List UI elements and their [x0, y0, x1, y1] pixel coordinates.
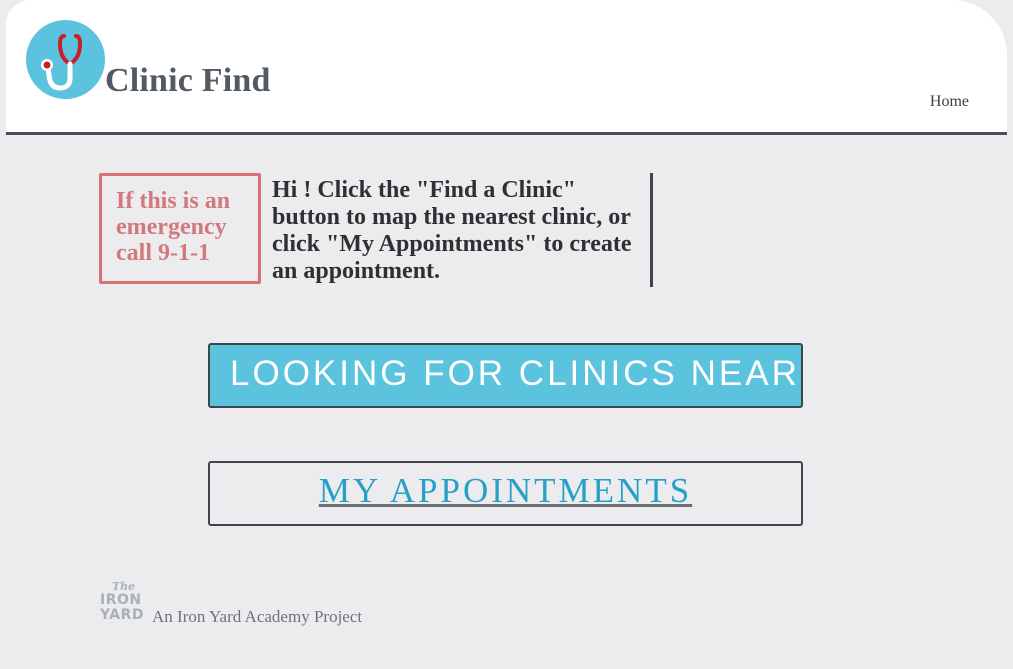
find-clinics-button-label: LOOKING FOR CLINICS NEAR — [230, 354, 800, 393]
footer-credit: An Iron Yard Academy Project — [152, 607, 363, 626]
intro-divider — [650, 173, 653, 287]
my-appointments-link[interactable]: MY APPOINTMENTS — [319, 471, 692, 511]
my-appointments-button[interactable]: MY APPOINTMENTS — [208, 461, 803, 526]
emergency-notice: If this is an emergency call 9-1-1 — [99, 173, 261, 284]
intro-text: Hi ! Click the "Find a Clinic" button to… — [272, 177, 632, 284]
nav-home-link[interactable]: Home — [930, 93, 969, 111]
app-title: Clinic Find — [105, 62, 271, 99]
find-clinics-button[interactable]: LOOKING FOR CLINICS NEAR — [208, 343, 803, 408]
iron-yard-logo-yard: YARD — [100, 607, 145, 623]
site-header: Clinic Find Home — [6, 0, 1007, 135]
iron-yard-logo-iron: IRON — [100, 592, 142, 608]
stethoscope-icon — [26, 20, 105, 99]
iron-yard-logo: The IRON YARD — [100, 580, 152, 624]
